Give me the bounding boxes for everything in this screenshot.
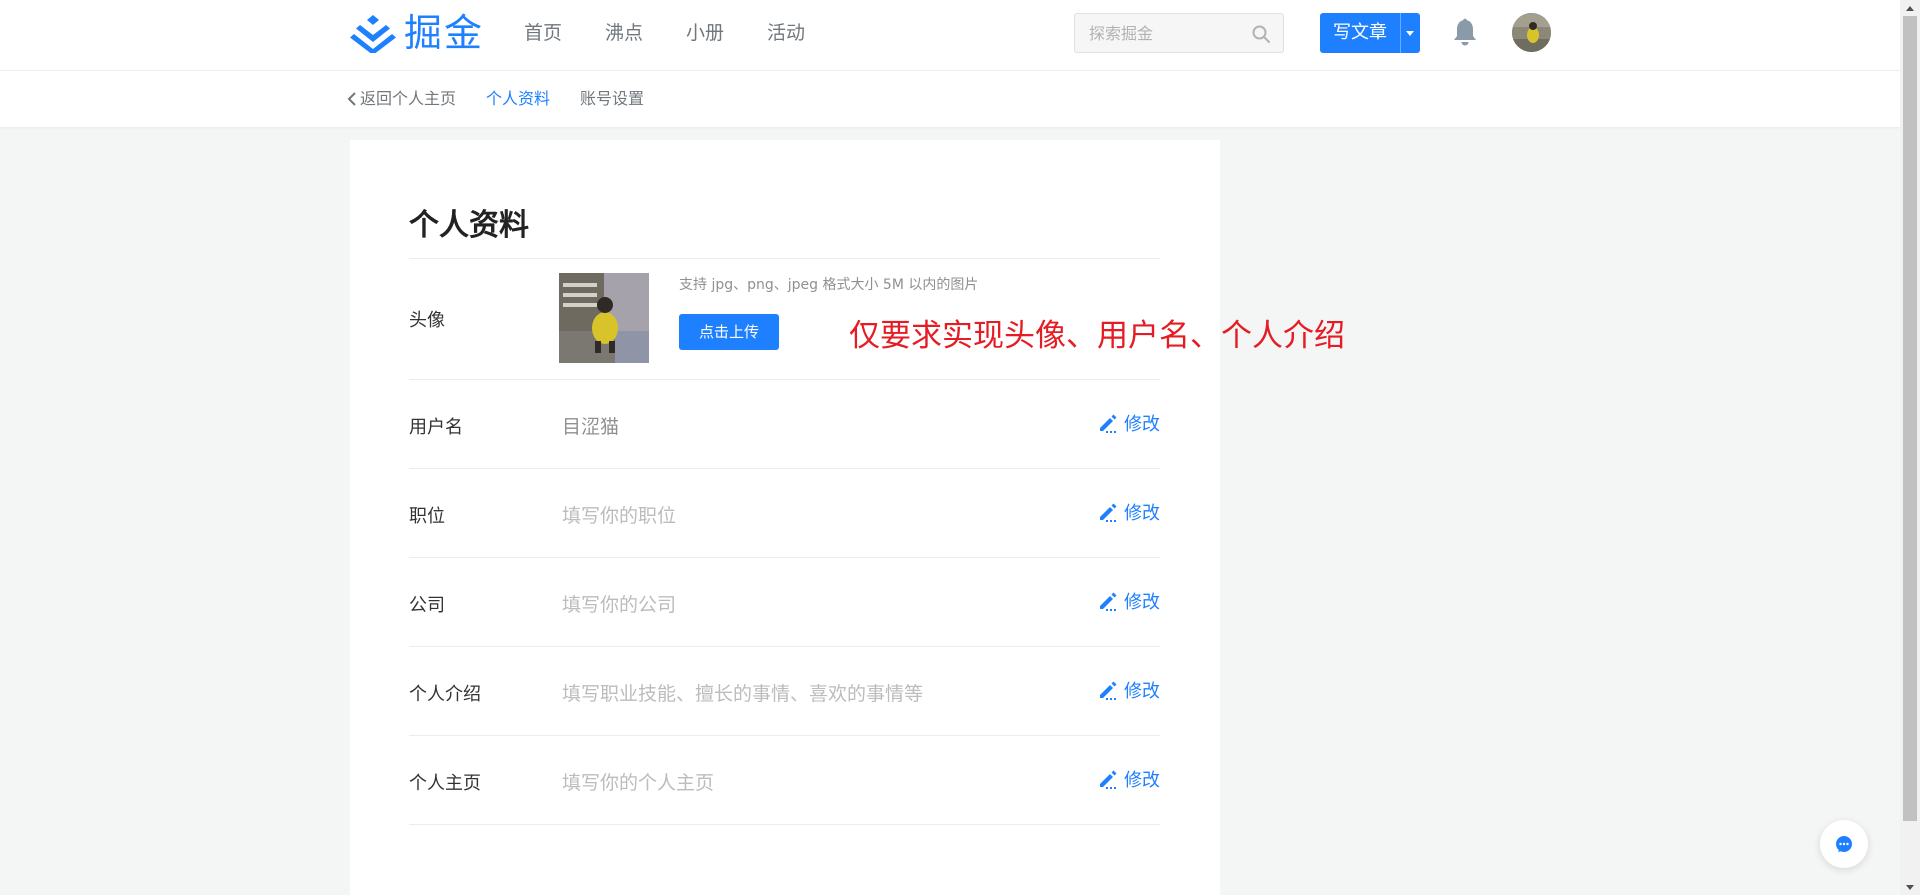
edit-label: 修改 (1124, 770, 1160, 791)
username-value[interactable]: 目涩猫 (562, 412, 619, 439)
edit-job-title-button[interactable]: 修改 (1097, 499, 1160, 525)
edit-username-button[interactable]: 修改 (1097, 410, 1160, 436)
top-header: 掘金 首页 沸点 小册 活动 写文章 (0, 0, 1900, 71)
job-title-row: 职位 填写你的职位 修改 (409, 468, 1160, 557)
search-input[interactable] (1089, 14, 1249, 52)
search-box (1074, 13, 1284, 53)
edit-label: 修改 (1124, 592, 1160, 613)
back-link-label: 返回个人主页 (360, 89, 457, 108)
job-title-label: 职位 (409, 506, 445, 527)
scroll-up-button[interactable] (1900, 0, 1920, 16)
chat-icon (1836, 836, 1852, 852)
upload-tip: 支持 jpg、png、jpeg 格式大小 5M 以内的图片 (679, 277, 979, 293)
scroll-down-button[interactable] (1900, 879, 1920, 895)
upload-button[interactable]: 点击上传 (679, 314, 779, 350)
edit-homepage-button[interactable]: 修改 (1097, 766, 1160, 792)
edit-company-button[interactable]: 修改 (1097, 588, 1160, 614)
pencil-icon (1100, 592, 1117, 611)
scrollbar-thumb[interactable] (1903, 16, 1917, 821)
edit-label: 修改 (1124, 414, 1160, 435)
scroll-down-arrow-icon (1906, 884, 1914, 890)
settings-nav: 返回个人主页 个人资料 账号设置 (347, 87, 674, 111)
homepage-value[interactable]: 填写你的个人主页 (562, 768, 714, 795)
chat-button[interactable] (1820, 820, 1868, 868)
username-row: 用户名 目涩猫 修改 (409, 379, 1160, 468)
bio-label: 个人介绍 (409, 684, 481, 705)
username-label: 用户名 (409, 417, 463, 438)
nav-home[interactable]: 首页 (524, 17, 562, 49)
chevron-left-icon (347, 92, 356, 106)
nav-books[interactable]: 小册 (686, 17, 724, 49)
pencil-icon (1100, 414, 1117, 433)
company-row: 公司 填写你的公司 修改 (409, 557, 1160, 646)
pencil-icon (1100, 770, 1117, 789)
page-scrollbar[interactable] (1900, 0, 1920, 895)
back-to-profile-link[interactable]: 返回个人主页 (347, 87, 456, 111)
page-title: 个人资料 (409, 208, 529, 243)
sub-nav-bar: 返回个人主页 个人资料 账号设置 (0, 71, 1900, 127)
main-nav: 首页 沸点 小册 活动 (524, 17, 848, 49)
edit-label: 修改 (1124, 503, 1160, 524)
write-article-label: 写文章 (1333, 22, 1387, 43)
nav-events[interactable]: 活动 (767, 17, 805, 49)
nav-pins[interactable]: 沸点 (605, 17, 643, 49)
caret-down-icon (1406, 30, 1414, 36)
scroll-up-arrow-icon (1906, 5, 1914, 11)
juejin-logo-icon (350, 15, 396, 53)
homepage-row: 个人主页 填写你的个人主页 修改 (409, 735, 1160, 825)
tab-profile[interactable]: 个人资料 (486, 87, 550, 111)
user-avatar[interactable] (1512, 13, 1551, 52)
edit-bio-button[interactable]: 修改 (1097, 677, 1160, 703)
write-article-button[interactable]: 写文章 (1320, 13, 1420, 53)
profile-card: 个人资料 头像 支持 jpg、png、jpeg 格式大小 5M 以内的图片 点击… (350, 140, 1220, 895)
write-dropdown-toggle[interactable] (1400, 13, 1420, 53)
requirement-annotation: 仅要求实现头像、用户名、个人介绍 (849, 318, 1345, 354)
logo-text: 掘金 (404, 11, 485, 55)
bio-row: 个人介绍 填写职业技能、擅长的事情、喜欢的事情等 修改 (409, 646, 1160, 735)
avatar-image (559, 273, 649, 363)
pencil-icon (1100, 503, 1117, 522)
company-value[interactable]: 填写你的公司 (562, 590, 676, 617)
company-label: 公司 (409, 595, 445, 616)
profile-avatar[interactable] (559, 273, 649, 363)
homepage-label: 个人主页 (409, 773, 481, 794)
avatar-label: 头像 (409, 310, 445, 331)
tab-account-settings[interactable]: 账号设置 (580, 87, 644, 111)
search-icon[interactable] (1251, 24, 1271, 44)
job-title-value[interactable]: 填写你的职位 (562, 501, 676, 528)
avatar-image (1512, 13, 1551, 52)
bell-icon[interactable] (1452, 18, 1478, 46)
bio-value[interactable]: 填写职业技能、擅长的事情、喜欢的事情等 (562, 679, 923, 706)
edit-label: 修改 (1124, 681, 1160, 702)
site-logo[interactable]: 掘金 (350, 10, 484, 56)
pencil-icon (1100, 681, 1117, 700)
